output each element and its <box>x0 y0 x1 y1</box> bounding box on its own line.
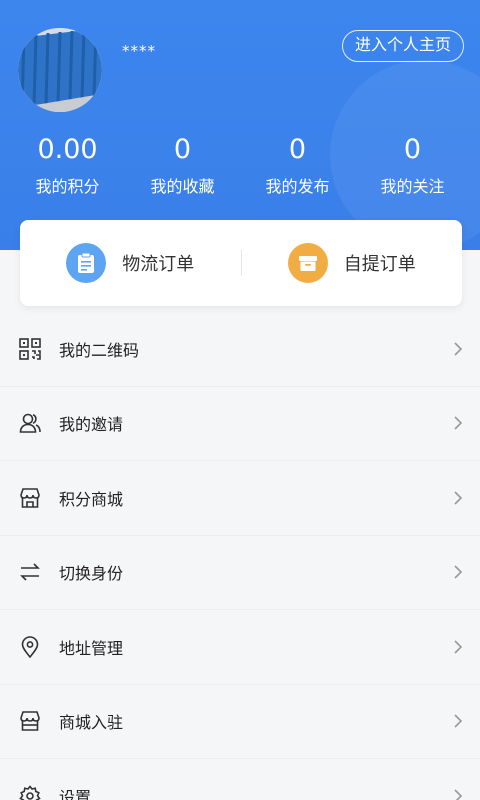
stats-row: 0.00 我的积分 0 我的收藏 0 我的发布 0 我的关注 <box>0 132 480 198</box>
order-label: 物流订单 <box>122 254 195 275</box>
location-pin-icon <box>19 636 41 658</box>
stat-posts[interactable]: 0 我的发布 <box>240 132 355 198</box>
gear-icon <box>19 784 41 800</box>
menu-label: 切换身份 <box>59 564 124 584</box>
profile-header: **** 进入个人主页 0.00 我的积分 0 我的收藏 0 我的发布 0 我的… <box>0 0 480 250</box>
personal-homepage-button[interactable]: 进入个人主页 <box>341 30 464 62</box>
stat-value: 0 <box>288 134 307 165</box>
menu-label: 地址管理 <box>59 638 124 658</box>
chevron-right-icon <box>454 416 463 430</box>
chevron-right-icon <box>454 491 463 505</box>
menu-item-invitations[interactable]: 我的邀请 <box>0 387 480 461</box>
chevron-right-icon <box>454 789 463 800</box>
chevron-right-icon <box>454 342 463 356</box>
menu-label: 商城入驻 <box>59 713 124 733</box>
stat-value: 0 <box>173 134 192 165</box>
stat-label: 我的发布 <box>265 177 330 196</box>
menu-item-qrcode[interactable]: 我的二维码 <box>0 312 480 387</box>
menu-item-switch-identity[interactable]: 切换身份 <box>0 536 480 610</box>
stat-points[interactable]: 0.00 我的积分 <box>10 132 125 198</box>
stat-following[interactable]: 0 我的关注 <box>355 132 470 198</box>
stat-value: 0 <box>403 134 422 165</box>
clipboard-icon <box>66 243 107 283</box>
menu-item-settings[interactable]: 设置 <box>0 759 480 800</box>
menu-list: 我的二维码 我的邀请 积分商城 切换身份 地址管理 商城入驻 设置 <box>0 312 480 800</box>
pickup-orders-button[interactable]: 自提订单 <box>242 220 463 306</box>
username: **** <box>122 42 156 60</box>
menu-label: 设置 <box>59 787 92 800</box>
menu-item-mall-entry[interactable]: 商城入驻 <box>0 685 480 759</box>
stat-label: 我的收藏 <box>150 177 215 196</box>
stat-favorites[interactable]: 0 我的收藏 <box>125 132 240 198</box>
stat-value: 0.00 <box>37 134 98 165</box>
chevron-right-icon <box>454 714 463 728</box>
swap-icon <box>19 561 41 583</box>
avatar-image <box>18 28 102 112</box>
qrcode-icon <box>19 337 41 360</box>
order-label: 自提订单 <box>343 254 416 275</box>
chevron-right-icon <box>454 565 463 579</box>
orders-card: 物流订单 自提订单 <box>20 220 462 306</box>
menu-label: 积分商城 <box>59 489 124 509</box>
menu-label: 我的邀请 <box>59 415 124 435</box>
stat-label: 我的关注 <box>380 177 445 196</box>
logistics-orders-button[interactable]: 物流订单 <box>20 220 241 306</box>
store-icon <box>19 487 41 509</box>
users-icon <box>19 412 41 434</box>
menu-label: 我的二维码 <box>59 340 140 360</box>
stat-label: 我的积分 <box>35 177 100 196</box>
chevron-right-icon <box>454 640 463 654</box>
shop-icon <box>19 710 41 732</box>
menu-item-points-mall[interactable]: 积分商城 <box>0 461 480 536</box>
box-icon <box>287 243 328 283</box>
avatar[interactable] <box>18 28 102 112</box>
menu-item-address[interactable]: 地址管理 <box>0 610 480 685</box>
